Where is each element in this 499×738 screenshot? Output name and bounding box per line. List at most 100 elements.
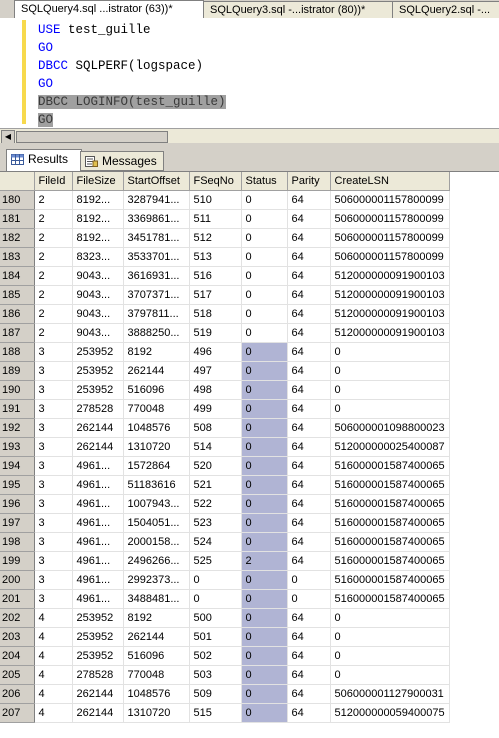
cell-startoffset[interactable]: 1048576 [123, 418, 190, 438]
table-row[interactable]: 198 3 4961... 2000158... 524 0 64 5160000015874… [0, 532, 450, 552]
cell-fileid[interactable]: 3 [34, 342, 73, 362]
cell-filesize[interactable]: 8323... [72, 247, 124, 267]
cell-createlsn[interactable]: 0 [330, 627, 450, 647]
row-number[interactable]: 189 [0, 361, 35, 381]
cell-fseqno[interactable]: 502 [189, 646, 242, 666]
column-header[interactable]: FSeqNo [189, 172, 242, 191]
table-row[interactable]: 183 2 8323... 3533701... 513 0 64 5060000011578… [0, 247, 450, 267]
cell-createlsn[interactable]: 506000001157800099 [330, 190, 450, 210]
cell-createlsn[interactable]: 516000001587400065 [330, 532, 450, 552]
cell-filesize[interactable]: 262144 [72, 418, 124, 438]
cell-filesize[interactable]: 253952 [72, 342, 124, 362]
row-number[interactable]: 207 [0, 703, 35, 723]
cell-createlsn[interactable]: 512000000025400087 [330, 437, 450, 457]
table-row[interactable]: 202 4 253952 8192 500 0 64 0 [0, 608, 450, 628]
cell-status[interactable]: 0 [241, 513, 288, 533]
cell-fseqno[interactable]: 517 [189, 285, 242, 305]
cell-createlsn[interactable]: 512000000091900103 [330, 266, 450, 286]
cell-startoffset[interactable]: 1310720 [123, 437, 190, 457]
table-row[interactable]: 195 3 4961... 51183616 521 0 64 516000001587400… [0, 475, 450, 495]
row-number[interactable]: 200 [0, 570, 35, 590]
cell-status[interactable]: 0 [241, 456, 288, 476]
cell-filesize[interactable]: 4961... [72, 551, 124, 571]
row-number[interactable]: 193 [0, 437, 35, 457]
cell-createlsn[interactable]: 0 [330, 361, 450, 381]
row-number[interactable]: 182 [0, 228, 35, 248]
cell-filesize[interactable]: 253952 [72, 380, 124, 400]
cell-fileid[interactable]: 2 [34, 285, 73, 305]
table-row[interactable]: 192 3 262144 1048576 508 0 64 50600000109880002… [0, 418, 450, 438]
cell-status[interactable]: 0 [241, 228, 288, 248]
cell-status[interactable]: 0 [241, 703, 288, 723]
row-number[interactable]: 188 [0, 342, 35, 362]
cell-filesize[interactable]: 4961... [72, 589, 124, 609]
row-number[interactable]: 206 [0, 684, 35, 704]
cell-parity[interactable]: 64 [287, 456, 331, 476]
cell-filesize[interactable]: 4961... [72, 513, 124, 533]
cell-fileid[interactable]: 2 [34, 190, 73, 210]
cell-parity[interactable]: 64 [287, 665, 331, 685]
cell-parity[interactable]: 64 [287, 437, 331, 457]
cell-status[interactable]: 0 [241, 323, 288, 343]
cell-status[interactable]: 0 [241, 608, 288, 628]
cell-filesize[interactable]: 253952 [72, 627, 124, 647]
cell-createlsn[interactable]: 512000000091900103 [330, 323, 450, 343]
cell-createlsn[interactable]: 0 [330, 342, 450, 362]
row-number[interactable]: 187 [0, 323, 35, 343]
table-row[interactable]: 200 3 4961... 2992373... 0 0 0 5160000015874000… [0, 570, 450, 590]
cell-fileid[interactable]: 2 [34, 228, 73, 248]
row-number[interactable]: 180 [0, 190, 35, 210]
cell-createlsn[interactable]: 0 [330, 646, 450, 666]
cell-filesize[interactable]: 4961... [72, 532, 124, 552]
tab-sqlquery2[interactable]: SQLQuery2.sql -... [392, 1, 499, 18]
cell-parity[interactable]: 64 [287, 608, 331, 628]
cell-startoffset[interactable]: 3616931... [123, 266, 190, 286]
column-header[interactable]: CreateLSN [330, 172, 450, 191]
row-number[interactable]: 203 [0, 627, 35, 647]
column-header[interactable]: Parity [287, 172, 331, 191]
cell-status[interactable]: 0 [241, 342, 288, 362]
table-row[interactable]: 185 2 9043... 3707371... 517 0 64 5120000000919… [0, 285, 450, 305]
cell-filesize[interactable]: 253952 [72, 646, 124, 666]
cell-createlsn[interactable]: 506000001157800099 [330, 209, 450, 229]
cell-createlsn[interactable]: 516000001587400065 [330, 475, 450, 495]
table-row[interactable]: 187 2 9043... 3888250... 519 0 64 5120000000919… [0, 323, 450, 343]
cell-parity[interactable]: 64 [287, 342, 331, 362]
cell-filesize[interactable]: 9043... [72, 285, 124, 305]
cell-fseqno[interactable]: 519 [189, 323, 242, 343]
cell-parity[interactable]: 64 [287, 361, 331, 381]
cell-fileid[interactable]: 3 [34, 475, 73, 495]
cell-filesize[interactable]: 262144 [72, 703, 124, 723]
cell-createlsn[interactable]: 506000001157800099 [330, 228, 450, 248]
cell-createlsn[interactable]: 0 [330, 608, 450, 628]
row-number[interactable]: 190 [0, 380, 35, 400]
cell-fileid[interactable]: 3 [34, 532, 73, 552]
cell-startoffset[interactable]: 1007943... [123, 494, 190, 514]
cell-startoffset[interactable]: 3287941... [123, 190, 190, 210]
cell-startoffset[interactable]: 2000158... [123, 532, 190, 552]
cell-parity[interactable]: 64 [287, 209, 331, 229]
cell-startoffset[interactable]: 3888250... [123, 323, 190, 343]
cell-fileid[interactable]: 4 [34, 684, 73, 704]
cell-fseqno[interactable]: 509 [189, 684, 242, 704]
cell-fileid[interactable]: 3 [34, 361, 73, 381]
cell-filesize[interactable]: 278528 [72, 665, 124, 685]
cell-fseqno[interactable]: 503 [189, 665, 242, 685]
cell-parity[interactable]: 64 [287, 266, 331, 286]
cell-fileid[interactable]: 3 [34, 494, 73, 514]
cell-parity[interactable]: 64 [287, 228, 331, 248]
column-header[interactable]: Status [241, 172, 288, 191]
cell-fseqno[interactable]: 511 [189, 209, 242, 229]
table-row[interactable]: 203 4 253952 262144 501 0 64 0 [0, 627, 450, 647]
cell-parity[interactable]: 64 [287, 513, 331, 533]
cell-parity[interactable]: 64 [287, 304, 331, 324]
cell-fseqno[interactable]: 0 [189, 589, 242, 609]
cell-status[interactable]: 0 [241, 570, 288, 590]
cell-fseqno[interactable]: 497 [189, 361, 242, 381]
cell-fileid[interactable]: 2 [34, 304, 73, 324]
row-number[interactable]: 192 [0, 418, 35, 438]
cell-startoffset[interactable]: 262144 [123, 627, 190, 647]
cell-startoffset[interactable]: 51183616 [123, 475, 190, 495]
table-row[interactable]: 196 3 4961... 1007943... 522 0 64 5160000015874… [0, 494, 450, 514]
table-row[interactable]: 180 2 8192... 3287941... 510 0 64 5060000011578… [0, 190, 450, 210]
